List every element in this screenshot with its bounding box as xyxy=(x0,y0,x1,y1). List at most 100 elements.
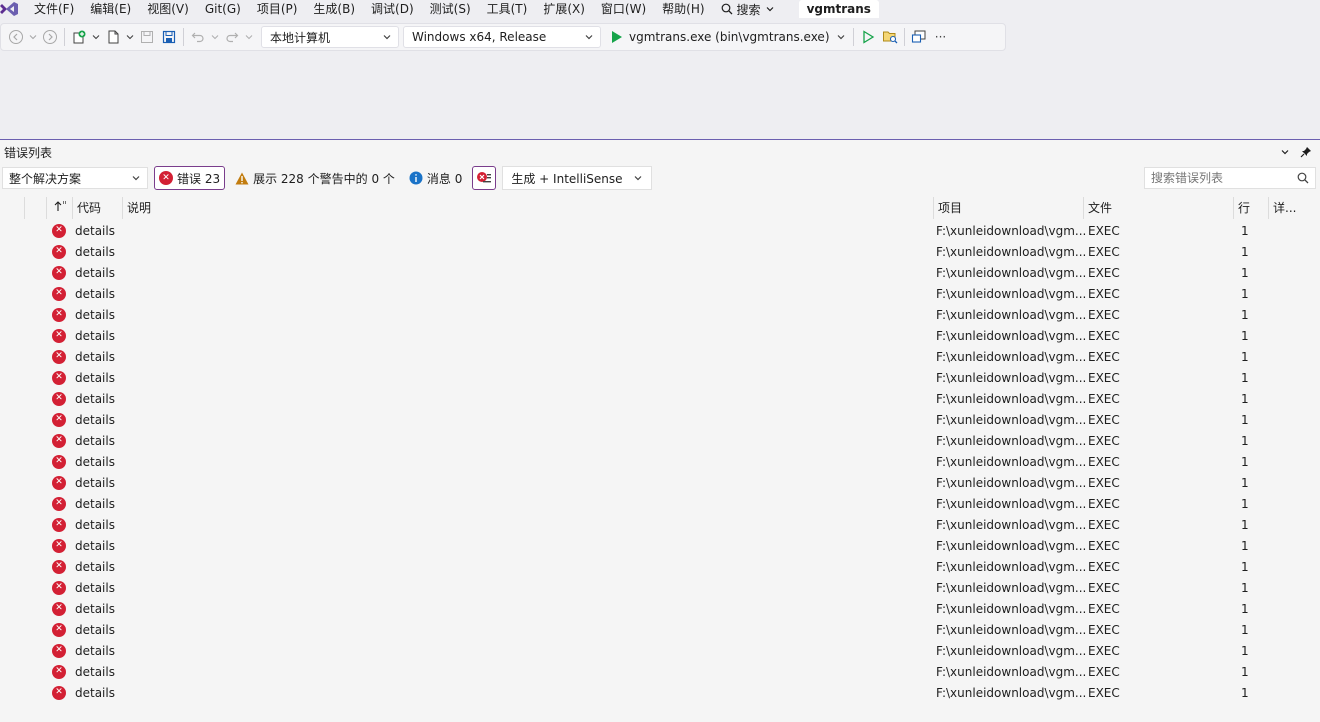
warnings-filter-toggle[interactable]: 展示 228 个警告中的 0 个 xyxy=(231,166,399,190)
row-line: 1 xyxy=(1241,454,1249,469)
row-file: EXEC xyxy=(1088,622,1120,637)
header-details[interactable]: 详... xyxy=(1268,197,1318,219)
redo-button[interactable] xyxy=(221,26,243,48)
table-row[interactable]: ✕ details F:\xunleidownload\vgm... EXEC 1 xyxy=(0,430,1320,451)
table-row[interactable]: ✕ details F:\xunleidownload\vgm... EXEC 1 xyxy=(0,535,1320,556)
table-row[interactable]: ✕ details F:\xunleidownload\vgm... EXEC 1 xyxy=(0,514,1320,535)
header-code[interactable]: 代码 xyxy=(72,197,122,219)
row-line: 1 xyxy=(1241,286,1249,301)
table-row[interactable]: ✕ details F:\xunleidownload\vgm... EXEC 1 xyxy=(0,325,1320,346)
table-row[interactable]: ✕ details F:\xunleidownload\vgm... EXEC 1 xyxy=(0,388,1320,409)
table-row[interactable]: ✕ details F:\xunleidownload\vgm... EXEC 1 xyxy=(0,304,1320,325)
menu-test[interactable]: 测试(S) xyxy=(422,1,479,17)
menu-project[interactable]: 项目(P) xyxy=(249,1,306,17)
row-project: F:\xunleidownload\vgm... xyxy=(936,538,1086,553)
undo-dropdown[interactable] xyxy=(209,26,221,48)
save-button[interactable] xyxy=(136,26,158,48)
more-button[interactable]: ··· xyxy=(930,26,952,48)
menu-view[interactable]: 视图(V) xyxy=(139,1,197,17)
messages-filter-toggle[interactable]: 消息 0 xyxy=(405,166,466,190)
redo-dropdown[interactable] xyxy=(243,26,255,48)
start-debugging-button[interactable]: vgmtrans.exe (bin\vgmtrans.exe) xyxy=(605,26,850,48)
row-line: 1 xyxy=(1241,538,1249,553)
table-row[interactable]: ✕ details F:\xunleidownload\vgm... EXEC 1 xyxy=(0,346,1320,367)
row-severity: ✕ xyxy=(52,370,74,385)
vs-logo-icon[interactable] xyxy=(0,1,18,17)
browse-button[interactable] xyxy=(879,26,901,48)
target-machine-dropdown[interactable]: 本地计算机 xyxy=(261,26,399,48)
menu-git[interactable]: Git(G) xyxy=(197,1,249,17)
back-icon xyxy=(9,30,23,44)
window-button[interactable] xyxy=(908,26,930,48)
table-row[interactable]: ✕ details F:\xunleidownload\vgm... EXEC 1 xyxy=(0,409,1320,430)
filter-toggle-button[interactable] xyxy=(472,166,497,190)
scope-dropdown[interactable]: 整个解决方案 xyxy=(2,167,148,189)
search-input[interactable] xyxy=(1151,171,1291,185)
browse-icon xyxy=(882,31,897,44)
new-project-button[interactable] xyxy=(68,26,90,48)
table-row[interactable]: ✕ details F:\xunleidownload\vgm... EXEC 1 xyxy=(0,262,1320,283)
table-row[interactable]: ✕ details F:\xunleidownload\vgm... EXEC 1 xyxy=(0,241,1320,262)
table-row[interactable]: ✕ details F:\xunleidownload\vgm... EXEC 1 xyxy=(0,577,1320,598)
table-row[interactable]: ✕ details F:\xunleidownload\vgm... EXEC 1 xyxy=(0,283,1320,304)
table-row[interactable]: ✕ details F:\xunleidownload\vgm... EXEC 1 xyxy=(0,619,1320,640)
table-row[interactable]: ✕ details F:\xunleidownload\vgm... EXEC 1 xyxy=(0,493,1320,514)
undo-button[interactable] xyxy=(187,26,209,48)
menu-tools[interactable]: 工具(T) xyxy=(479,1,536,17)
table-row[interactable]: ✕ details F:\xunleidownload\vgm... EXEC 1 xyxy=(0,682,1320,703)
error-list-search[interactable] xyxy=(1144,167,1316,189)
pin-icon[interactable] xyxy=(1300,146,1312,158)
table-row[interactable]: ✕ details F:\xunleidownload\vgm... EXEC 1 xyxy=(0,598,1320,619)
save-all-button[interactable] xyxy=(158,26,180,48)
back-button[interactable] xyxy=(5,26,27,48)
row-file: EXEC xyxy=(1088,286,1120,301)
menu-search[interactable]: 搜索 xyxy=(713,1,783,18)
row-project: F:\xunleidownload\vgm... xyxy=(936,580,1086,595)
header-file[interactable]: 文件 xyxy=(1083,197,1233,219)
table-row[interactable]: ✕ details F:\xunleidownload\vgm... EXEC 1 xyxy=(0,451,1320,472)
menu-build[interactable]: 生成(B) xyxy=(305,1,363,17)
back-dropdown[interactable] xyxy=(27,26,39,48)
header-sort[interactable] xyxy=(46,197,72,219)
row-code: details xyxy=(75,580,115,595)
row-code: details xyxy=(75,244,115,259)
errors-count-label: 错误 23 xyxy=(177,171,221,186)
errors-filter-toggle[interactable]: ✕ 错误 23 xyxy=(154,166,226,190)
menu-extensions[interactable]: 扩展(X) xyxy=(535,1,593,17)
build-source-dropdown[interactable]: 生成 + IntelliSense xyxy=(502,166,653,190)
menu-help[interactable]: 帮助(H) xyxy=(654,1,712,17)
header-line[interactable]: 行 xyxy=(1233,197,1268,219)
configuration-dropdown[interactable]: Windows x64, Release xyxy=(403,26,601,48)
row-file: EXEC xyxy=(1088,538,1120,553)
new-project-dropdown[interactable] xyxy=(90,26,102,48)
table-row[interactable]: ✕ details F:\xunleidownload\vgm... EXEC 1 xyxy=(0,556,1320,577)
sort-arrow-icon xyxy=(54,201,66,211)
table-row[interactable]: ✕ details F:\xunleidownload\vgm... EXEC 1 xyxy=(0,661,1320,682)
row-code: details xyxy=(75,559,115,574)
row-project: F:\xunleidownload\vgm... xyxy=(936,559,1086,574)
header-description[interactable]: 说明 xyxy=(122,197,933,219)
row-code: details xyxy=(75,265,115,280)
table-row[interactable]: ✕ details F:\xunleidownload\vgm... EXEC 1 xyxy=(0,640,1320,661)
menu-debug[interactable]: 调试(D) xyxy=(363,1,422,17)
row-file: EXEC xyxy=(1088,223,1120,238)
panel-title: 错误列表 xyxy=(4,145,53,160)
panel-title-bar: 错误列表 xyxy=(0,140,1320,164)
table-row[interactable]: ✕ details F:\xunleidownload\vgm... EXEC 1 xyxy=(0,472,1320,493)
header-severity[interactable] xyxy=(24,197,46,219)
forward-button[interactable] xyxy=(39,26,61,48)
chevron-down-icon xyxy=(132,176,140,181)
table-row[interactable]: ✕ details F:\xunleidownload\vgm... EXEC 1 xyxy=(0,367,1320,388)
menu-file[interactable]: 文件(F) xyxy=(26,1,82,17)
open-file-button[interactable] xyxy=(102,26,124,48)
row-file: EXEC xyxy=(1088,643,1120,658)
table-row[interactable]: ✕ details F:\xunleidownload\vgm... EXEC 1 xyxy=(0,220,1320,241)
row-project: F:\xunleidownload\vgm... xyxy=(936,244,1086,259)
header-project[interactable]: 项目 xyxy=(933,197,1083,219)
start-without-debugging-button[interactable] xyxy=(857,26,879,48)
menu-edit[interactable]: 编辑(E) xyxy=(82,1,139,17)
panel-controls xyxy=(1280,146,1320,158)
menu-window[interactable]: 窗口(W) xyxy=(593,1,654,17)
chevron-down-icon[interactable] xyxy=(1280,147,1290,157)
open-file-dropdown[interactable] xyxy=(124,26,136,48)
